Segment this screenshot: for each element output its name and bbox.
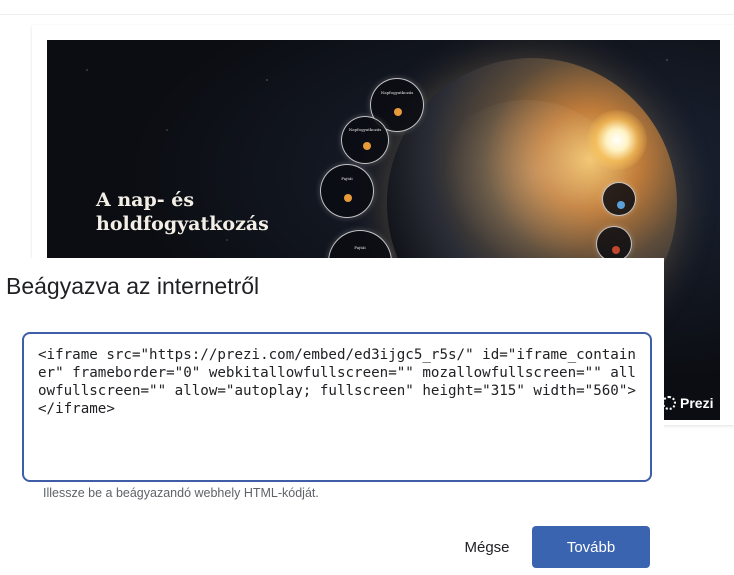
bubble-label: Fajtái	[354, 244, 366, 250]
embed-dialog: Beágyazva az internetről <iframe src="ht…	[0, 258, 664, 575]
bubble-earth-dot	[617, 200, 626, 209]
top-toolbar-strip	[0, 0, 734, 15]
bubble-label: Fajtái	[341, 176, 353, 182]
embed-code-field[interactable]: <iframe src="https://prezi.com/embed/ed3…	[22, 332, 652, 482]
bubble-sun-dot	[394, 107, 403, 116]
next-button[interactable]: Tovább	[532, 526, 650, 568]
bubble-label: Napfogyatkozás	[380, 90, 414, 96]
prezi-bubble-moon	[602, 182, 636, 216]
app-stage: Napfogyatkozás Napfogyatkozás Fajtái Faj…	[0, 0, 734, 575]
bubble-sun-dot	[344, 193, 353, 202]
prezi-bubble: Fajtái	[320, 164, 374, 218]
bubble-blood-moon-dot	[612, 245, 621, 254]
slide-title: A nap- és holdfogyatkozás	[96, 189, 269, 235]
sun-flare	[587, 110, 647, 170]
cancel-button[interactable]: Mégse	[452, 528, 522, 566]
prezi-bubble-moon	[596, 226, 632, 262]
prezi-brand-label: Prezi	[680, 395, 714, 411]
prezi-logo-icon	[662, 396, 676, 410]
prezi-bubble: Napfogyatkozás	[341, 116, 389, 164]
bubble-label: Napfogyatkozás	[348, 127, 382, 133]
embed-code-hint: Illessze be a beágyazandó webhely HTML-k…	[43, 486, 319, 500]
dialog-title: Beágyazva az internetről	[6, 273, 260, 299]
prezi-brand-badge[interactable]: Prezi	[656, 388, 720, 418]
bubble-sun-dot	[362, 142, 371, 151]
